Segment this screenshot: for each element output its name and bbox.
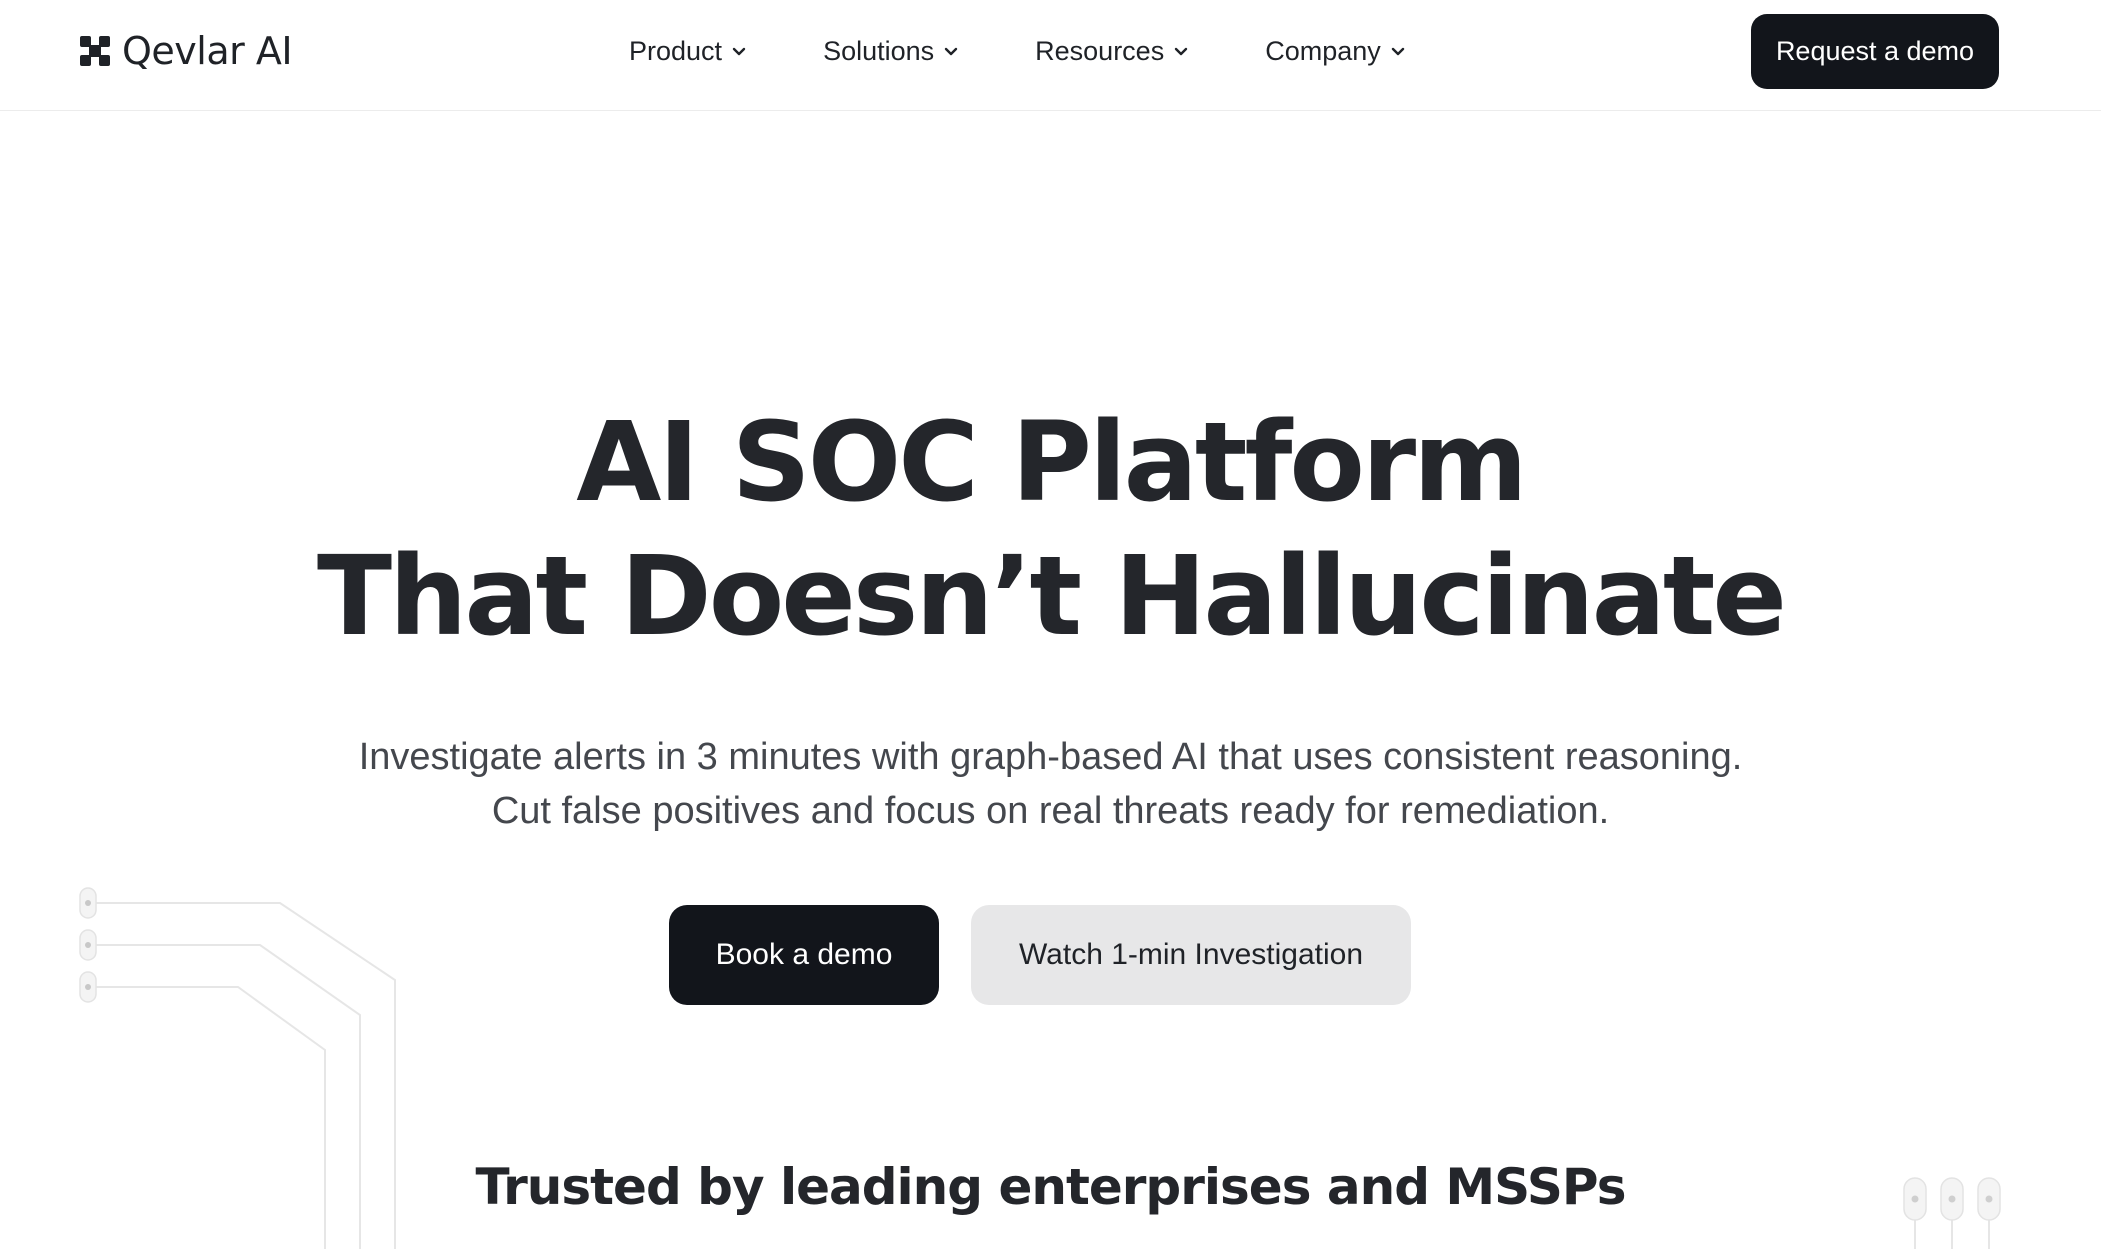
qevlar-logo-icon [80,36,110,66]
chevron-down-icon [944,47,958,56]
top-navigation: Qevlar AI Product Solutions Resources Co… [0,0,2101,111]
chevron-down-icon [1391,47,1404,56]
book-demo-button[interactable]: Book a demo [669,905,939,1005]
brand-logo-link[interactable]: Qevlar AI [80,29,293,73]
hero-title-line-2: That Doesn’t Hallucinate [316,532,1787,660]
connector-decoration [1903,1177,2001,1249]
chevron-down-icon [732,47,746,56]
menu-item-label: Resources [1035,35,1165,66]
trusted-by-heading: Trusted by leading enterprises and MSSPs [475,1158,1627,1216]
menu-item-label: Product [629,35,723,66]
menu-item-solutions[interactable]: Solutions [823,36,960,67]
request-demo-button[interactable]: Request a demo [1751,14,1999,89]
hero-subtitle: Investigate alerts in 3 minutes with gra… [0,730,2101,838]
watch-investigation-button[interactable]: Watch 1-min Investigation [971,905,1411,1005]
hero-title: AI SOC Platform That Doesn’t Hallucinate [0,395,2101,663]
hero-subtitle-line-2: Cut false positives and focus on real th… [491,790,1610,832]
chevron-down-icon [1175,47,1188,56]
brand-name: Qevlar AI [122,29,293,73]
menu-item-company[interactable]: Company [1265,36,1407,67]
menu-item-label: Solutions [823,35,935,66]
hero-title-line-1: AI SOC Platform [576,398,1528,526]
menu-item-label: Company [1265,35,1381,66]
main-menu: Product Solutions Resources Company [629,30,1407,72]
menu-item-resources[interactable]: Resources [1035,36,1190,67]
menu-item-product[interactable]: Product [629,36,748,67]
hero-subtitle-line-1: Investigate alerts in 3 minutes with gra… [358,736,1743,778]
